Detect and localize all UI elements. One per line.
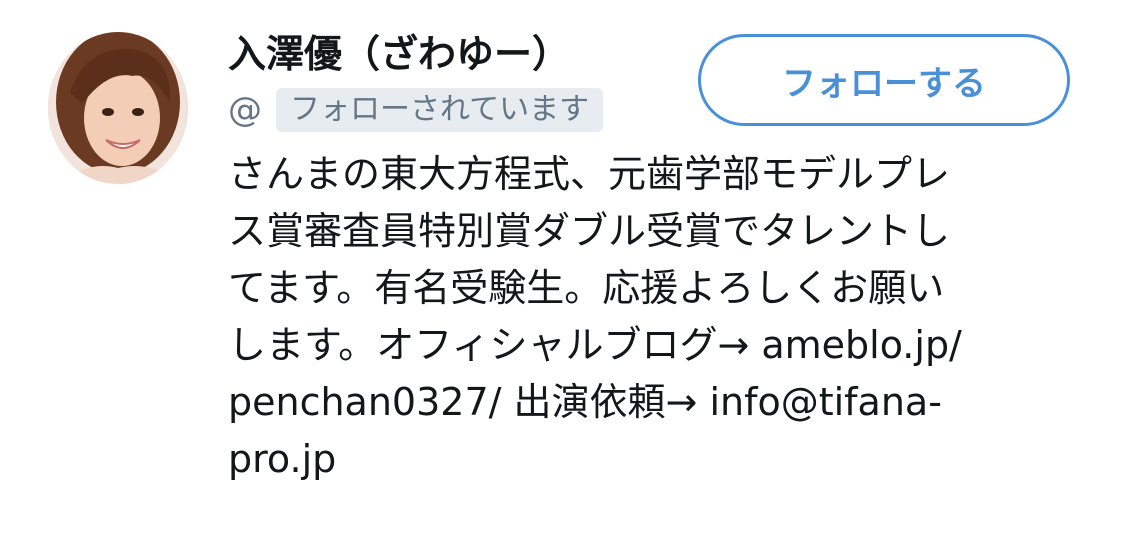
profile-bio: さんまの東大方程式、元歯学部モデルプレ ス賞審査員特別賞ダブル受賞でタレントし … [228, 146, 1088, 488]
avatar-photo [48, 32, 188, 184]
bio-line-link-end[interactable]: pro.jp [228, 431, 1088, 488]
profile-name: 入澤優（ざわゆー） [228, 32, 571, 76]
bio-line-with-blog-link[interactable]: します。オフィシャルブログ→ ameblo.jp/ [228, 317, 1088, 374]
handle-row: @ フォローされています [228, 84, 604, 136]
bio-line-with-links[interactable]: penchan0327/ 出演依頼→ info@tifana- [228, 374, 1088, 431]
follows-you-badge: フォローされています [276, 88, 604, 132]
bio-line: さんまの東大方程式、元歯学部モデルプレ [228, 152, 951, 196]
profile-handle[interactable]: @ [228, 90, 262, 130]
follow-button[interactable]: フォローする [698, 34, 1070, 126]
avatar[interactable] [48, 32, 188, 184]
bio-line: てます。有名受験生。応援よろしくお願い [228, 266, 945, 310]
bio-line: ス賞審査員特別賞ダブル受賞でタレントし [228, 209, 951, 253]
